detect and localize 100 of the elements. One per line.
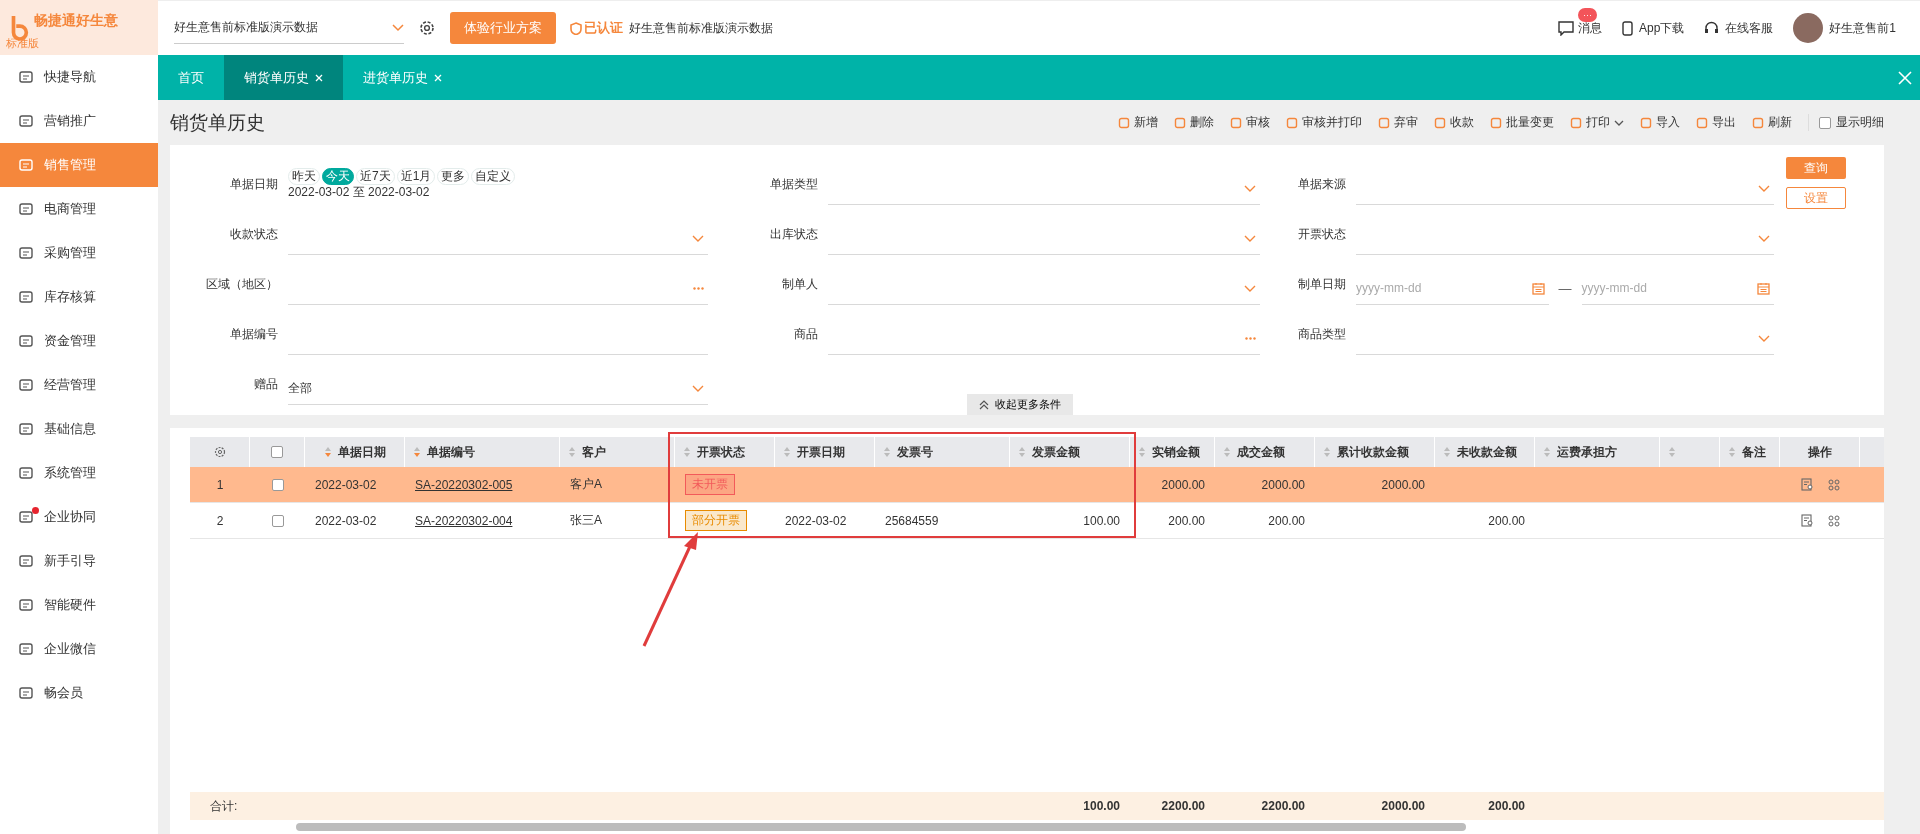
app-download-link[interactable]: App下载 [1638,19,1685,37]
filter-label: 制单人 [781,276,819,293]
settings-icon[interactable] [213,446,226,458]
sidebar-item[interactable]: 新手引导 [0,539,158,583]
grid-icon[interactable] [1827,514,1840,527]
filter-label: 单据日期 [229,176,279,193]
toolbar-button[interactable]: 弃审 [1378,114,1418,131]
company-name: 好生意售前标准版演示数据 [629,19,773,37]
toolbar-button[interactable]: 收款 [1434,114,1474,131]
filter-label: 单据类型 [769,176,819,193]
sort-icon[interactable] [413,446,421,458]
toolbar-button[interactable]: 删除 [1174,114,1214,131]
checkbox[interactable] [271,514,284,527]
sidebar-item[interactable]: 资金管理 [0,319,158,363]
view-document-icon[interactable] [1800,478,1814,491]
chevron-icon [392,23,404,32]
tab[interactable]: 销货单历史 [224,55,343,100]
sort-icon[interactable] [568,446,576,458]
sort-icon[interactable] [1443,446,1451,458]
select-field[interactable]: 全部 [288,372,708,405]
sidebar-item[interactable]: 企业协同 [0,495,158,539]
sort-icon[interactable] [783,446,791,458]
sort-icon[interactable] [323,446,332,458]
filter-label: 赠品 [253,376,279,393]
sidebar-item[interactable]: 企业微信 [0,627,158,671]
menu-icon [18,69,34,85]
table-cell: 2022-03-02 [315,477,377,492]
caret-icon[interactable] [1614,119,1624,126]
close-icon[interactable] [1898,70,1912,85]
close-icon[interactable] [434,73,442,82]
table-cell: 2022-03-02 [315,513,377,528]
table-row[interactable]: 1 2022-03-02 SA-20220302-005 客户A 未开票 2000.00 2000.00 2000.00 [190,467,1884,503]
checkbox[interactable] [1819,116,1831,129]
sort-icon[interactable] [1668,446,1676,458]
collapse-button[interactable]: 收起更多条件 [967,394,1073,415]
order-number-link[interactable]: SA-20220302-005 [415,477,513,492]
table-cell: 200.00 [1488,513,1525,528]
sort-icon[interactable] [1018,446,1026,458]
avatar[interactable] [1793,13,1824,43]
close-icon[interactable] [315,73,323,82]
support-link[interactable]: 在线客服 [1725,19,1774,37]
toolbar-button[interactable]: 打印 [1570,114,1624,131]
checkbox[interactable] [271,478,284,491]
sidebar-item[interactable]: 快捷导航 [0,55,158,99]
toolbar-button[interactable]: 批量变更 [1490,114,1554,131]
sidebar-item[interactable]: 库存核算 [0,275,158,319]
toolbar-button[interactable]: 审核 [1230,114,1270,131]
sidebar-item[interactable]: 系统管理 [0,451,158,495]
user-name[interactable]: 好生意售前1 [1829,19,1896,37]
row-number: 1 [215,476,225,494]
status-tag: 未开票 [685,474,735,495]
chat-icon[interactable] [1557,20,1574,36]
chevron-icon [1758,184,1770,192]
table-cell: 2000.00 [1261,477,1305,492]
sort-icon[interactable] [1543,446,1551,458]
messages-link[interactable]: 消息 [1577,19,1602,37]
sort-icon[interactable] [883,446,891,458]
shield-icon [570,21,582,35]
toolbar-button[interactable]: 导出 [1696,114,1736,131]
calendar-icon [1757,281,1770,295]
scrollbar-thumb[interactable] [296,823,1466,831]
menu-icon [18,377,34,393]
checkbox-label[interactable]: 显示明细 [1836,114,1884,131]
phone-icon [1621,20,1633,36]
sort-icon[interactable] [1138,446,1146,458]
sidebar-item[interactable]: 基础信息 [0,407,158,451]
sort-icon[interactable] [1223,446,1231,458]
table-cell: 2022-03-02 [785,513,847,528]
sidebar-item[interactable]: 采购管理 [0,231,158,275]
toolbar-button[interactable]: 审核并打印 [1286,114,1362,131]
settings-icon[interactable] [418,19,436,37]
sort-icon[interactable] [683,446,691,458]
menu-icon [18,553,34,569]
view-document-icon[interactable] [1800,514,1814,527]
checkbox[interactable] [271,446,283,458]
table-cell: 2000.00 [1161,477,1205,492]
sidebar-item[interactable]: 畅会员 [0,671,158,715]
sidebar-item[interactable]: 电商管理 [0,187,158,231]
headset-icon [1704,20,1720,36]
sidebar-item[interactable]: 经营管理 [0,363,158,407]
menu-icon [18,421,34,437]
order-number-link[interactable]: SA-20220302-004 [415,513,513,528]
table-cell: 客户A [570,476,602,493]
sort-icon[interactable] [1323,446,1331,458]
total-value: 200.00 [1488,799,1525,813]
chevron-icon [692,384,704,392]
sort-icon[interactable] [1728,446,1736,458]
toolbar-button[interactable]: 新增 [1118,114,1158,131]
sidebar-item[interactable]: 智能硬件 [0,583,158,627]
grid-icon[interactable] [1827,478,1840,491]
table-row[interactable]: 2 2022-03-02 SA-20220302-004 张三A 部分开票 2022-03-02 25684559 100.00 200.00 200.00 200.00 [190,503,1884,539]
total-value: 100.00 [1083,799,1120,813]
account-select[interactable]: 好生意售前标准版演示数据 [174,12,404,44]
sidebar-item[interactable]: 营销推广 [0,99,158,143]
chevron-icon [692,234,704,242]
double-chevron-icon [979,399,989,410]
status-tag: 部分开票 [685,510,747,531]
toolbar-button[interactable]: 导入 [1640,114,1680,131]
toolbar-button[interactable]: 刷新 [1752,114,1792,131]
brand-name: 畅捷通好生意 [34,11,118,30]
